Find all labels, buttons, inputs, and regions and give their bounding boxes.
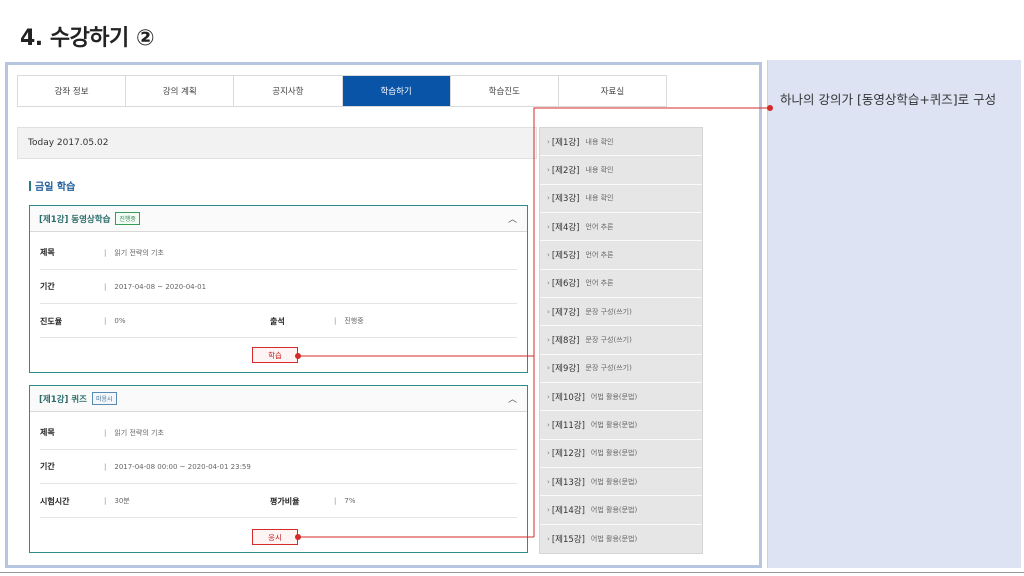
attendance-label: 출석	[270, 316, 285, 326]
lesson-item[interactable]: › [제8강] 문장 구성(쓰기)	[540, 326, 702, 355]
lesson-item[interactable]: › [제6강] 언어 추론	[540, 270, 702, 299]
section-marker-icon	[29, 181, 31, 191]
lesson-item[interactable]: › [제11강] 어법 활용(문법)	[540, 411, 702, 440]
chevron-right-icon: ›	[547, 307, 550, 316]
video-lesson-card: [제1강] 동영상학습 진행중 ︿ 제목 | 읽기 전략의 기초 기간 | 20…	[29, 205, 528, 373]
annotation-panel: 하나의 강의가 [동영상학습+퀴즈]로 구성	[767, 60, 1021, 568]
lesson-item[interactable]: › [제12강] 어법 활용(문법)	[540, 440, 702, 469]
eval-ratio-value: 7%	[344, 497, 356, 505]
chevron-right-icon: ›	[547, 251, 550, 260]
chevron-right-icon: ›	[547, 421, 550, 430]
subject-value: 읽기 전략의 기초	[114, 428, 164, 437]
chevron-right-icon: ›	[547, 449, 550, 458]
video-card-header[interactable]: [제1강] 동영상학습 진행중 ︿	[30, 206, 527, 232]
exam-time-label: 시험시간	[40, 496, 70, 506]
lesson-item[interactable]: › [제15강] 어법 활용(문법)	[540, 525, 702, 553]
video-period-row: 기간 | 2017-04-08 ~ 2020-04-01	[40, 270, 517, 304]
lesson-item[interactable]: › [제10강] 어법 활용(문법)	[540, 383, 702, 412]
chevron-right-icon: ›	[547, 279, 550, 288]
tab-resources[interactable]: 자료실	[558, 76, 667, 106]
lesson-item[interactable]: › [제4강] 언어 추론	[540, 213, 702, 242]
course-tabs: 강좌 정보 강의 계획 공지사항 학습하기 학습진도 자료실	[17, 75, 667, 107]
chevron-right-icon: ›	[547, 166, 550, 175]
take-quiz-button[interactable]: 응시	[252, 529, 298, 545]
period-label: 기간	[40, 462, 55, 471]
chevron-right-icon: ›	[547, 506, 550, 515]
quiz-time-row: 시험시간 | 30분 평가비율 | 7%	[40, 484, 517, 518]
lesson-item[interactable]: › [제7강] 문장 구성(쓰기)	[540, 298, 702, 327]
section-title: 금일 학습	[29, 178, 75, 193]
lesson-item[interactable]: › [제9강] 문장 구성(쓰기)	[540, 355, 702, 384]
tab-course-info[interactable]: 강좌 정보	[18, 76, 127, 106]
lesson-item[interactable]: › [제13강] 어법 활용(문법)	[540, 468, 702, 497]
quiz-period-row: 기간 | 2017-04-08 00:00 ~ 2020-04-01 23:59	[40, 450, 517, 484]
tab-lecture-plan[interactable]: 강의 계획	[126, 76, 235, 106]
lesson-item[interactable]: › [제2강] 내용 확인	[540, 156, 702, 185]
lesson-item[interactable]: › [제3강] 내용 확인	[540, 185, 702, 214]
quiz-card-title: [제1강] 퀴즈	[39, 394, 87, 405]
chevron-right-icon: ›	[547, 194, 550, 203]
period-value: 2017-04-08 ~ 2020-04-01	[114, 282, 207, 291]
tab-learning[interactable]: 학습하기	[342, 76, 451, 106]
quiz-subject-row: 제목 | 읽기 전략의 기초	[40, 416, 517, 450]
quiz-card: [제1강] 퀴즈 미응시 ︿ 제목 | 읽기 전략의 기초 기간 | 2017-…	[29, 385, 528, 553]
exam-time-value: 30분	[114, 497, 130, 505]
tab-notice[interactable]: 공지사항	[234, 76, 343, 106]
chevron-right-icon: ›	[547, 336, 550, 345]
lesson-item[interactable]: › [제5강] 언어 추론	[540, 241, 702, 270]
video-progress-row: 진도율 | 0% 출석 | 진행중	[40, 304, 517, 338]
section-title-text: 금일 학습	[35, 182, 76, 193]
chevron-right-icon: ›	[547, 137, 550, 146]
chevron-up-icon[interactable]: ︿	[508, 392, 517, 405]
quiz-card-header[interactable]: [제1강] 퀴즈 미응시 ︿	[30, 386, 527, 412]
annotation-text: 하나의 강의가 [동영상학습+퀴즈]로 구성	[780, 92, 997, 107]
study-button[interactable]: 학습	[252, 347, 298, 363]
lesson-list: › [제1강] 내용 확인 › [제2강] 내용 확인 › [제3강] 내용 확인 › [제4…	[539, 127, 703, 555]
chevron-right-icon: ›	[547, 534, 550, 543]
tab-progress[interactable]: 학습진도	[450, 76, 559, 106]
lesson-item[interactable]: › [제1강] 내용 확인	[540, 128, 702, 157]
lesson-item[interactable]: › [제14강] 어법 활용(문법)	[540, 496, 702, 525]
subject-label: 제목	[40, 248, 55, 257]
chevron-up-icon[interactable]: ︿	[508, 212, 517, 225]
chevron-right-icon: ›	[547, 392, 550, 401]
slide-title: 4. 수강하기 ②	[20, 26, 155, 51]
progress-value: 0%	[114, 317, 126, 325]
video-card-title: [제1강] 동영상학습	[39, 214, 111, 225]
eval-ratio-label: 평가비율	[270, 496, 300, 506]
chevron-right-icon: ›	[547, 222, 550, 231]
chevron-right-icon: ›	[547, 477, 550, 486]
subject-label: 제목	[40, 428, 55, 437]
period-value: 2017-04-08 00:00 ~ 2020-04-01 23:59	[114, 462, 251, 471]
period-label: 기간	[40, 282, 55, 291]
today-date: Today 2017.05.02	[17, 127, 537, 159]
chevron-right-icon: ›	[547, 364, 550, 373]
status-badge: 진행중	[115, 212, 140, 225]
subject-value: 읽기 전략의 기초	[114, 248, 164, 257]
attendance-value: 진행중	[344, 317, 364, 325]
progress-label: 진도율	[40, 316, 63, 326]
bottom-divider	[0, 572, 1024, 573]
status-badge: 미응시	[91, 392, 117, 405]
video-subject-row: 제목 | 읽기 전략의 기초	[40, 236, 517, 270]
